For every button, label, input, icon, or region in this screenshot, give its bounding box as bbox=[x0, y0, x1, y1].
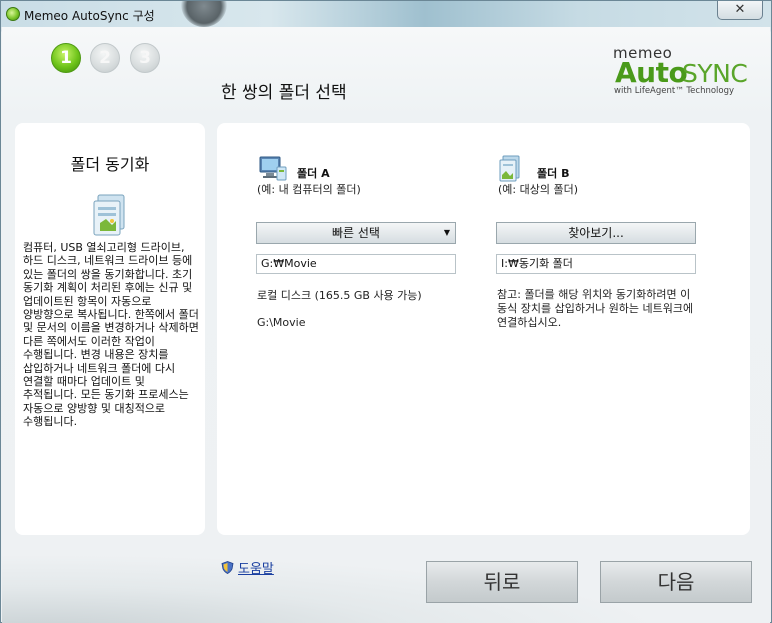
folder-a-disk-path: G:\Movie bbox=[257, 316, 306, 329]
browse-button[interactable]: 찾아보기... bbox=[496, 222, 696, 244]
folder-a-subtitle: (예: 내 컴퓨터의 폴더) bbox=[257, 183, 361, 196]
step-1-indicator: 1 bbox=[51, 43, 81, 73]
window-title: Memeo AutoSync 구성 bbox=[24, 9, 155, 23]
close-button[interactable]: ✕ bbox=[717, 1, 763, 20]
folder-b-name: 폴더 B bbox=[537, 167, 570, 180]
back-button[interactable]: 뒤로 bbox=[426, 561, 578, 603]
title-bar[interactable]: Memeo AutoSync 구성 ✕ bbox=[1, 1, 771, 27]
page-title: 한 쌍의 폴더 선택 bbox=[221, 83, 347, 103]
next-button[interactable]: 다음 bbox=[600, 561, 752, 603]
folder-b-subtitle: (예: 대상의 폴더) bbox=[498, 183, 579, 196]
dropdown-arrow-icon: ▼ bbox=[443, 228, 450, 237]
setup-window: Memeo AutoSync 구성 ✕ 1 2 3 한 쌍의 폴더 선택 mem… bbox=[0, 0, 772, 623]
app-icon bbox=[6, 7, 20, 21]
folder-a-name: 폴더 A bbox=[297, 167, 330, 180]
folder-selection-panel: 폴더 A (예: 내 컴퓨터의 폴더) 빠른 선택 ▼ G:₩Movie 로컬 … bbox=[217, 123, 750, 535]
info-panel-title: 폴더 동기화 bbox=[70, 155, 150, 174]
folder-b-path-input[interactable]: I:₩동기화 폴더 bbox=[496, 254, 696, 274]
folder-a-path-input[interactable]: G:₩Movie bbox=[256, 254, 456, 274]
quick-select-label: 빠른 선택 bbox=[332, 226, 380, 240]
info-panel-description: 컴퓨터, USB 열쇠고리형 드라이브, 하드 디스크, 네트워크 드라이브 등… bbox=[23, 241, 199, 429]
background-decoration bbox=[181, 1, 227, 27]
logo-sync-text: SYNC bbox=[682, 59, 748, 88]
help-link[interactable]: 도움말 bbox=[238, 558, 274, 577]
quick-select-dropdown[interactable]: 빠른 선택 ▼ bbox=[256, 222, 456, 244]
logo-tagline: with LifeAgent™ Technology bbox=[614, 86, 735, 96]
logo-auto-text: Auto bbox=[615, 56, 688, 89]
info-panel: 폴더 동기화 컴퓨터, USB 열쇠고리형 드라이브, 하드 디스크, 네트워크… bbox=[15, 123, 205, 535]
shield-help-icon bbox=[221, 561, 234, 574]
step-3-indicator: 3 bbox=[130, 43, 160, 73]
folder-a-disk-info: 로컬 디스크 (165.5 GB 사용 가능) bbox=[257, 289, 422, 302]
folder-b-note: 참고: 폴더를 해당 위치와 동기화하려면 이동식 장치를 삽입하거나 원하는 … bbox=[497, 288, 694, 329]
step-2-indicator: 2 bbox=[90, 43, 120, 73]
folder-sync-icon bbox=[92, 193, 128, 240]
